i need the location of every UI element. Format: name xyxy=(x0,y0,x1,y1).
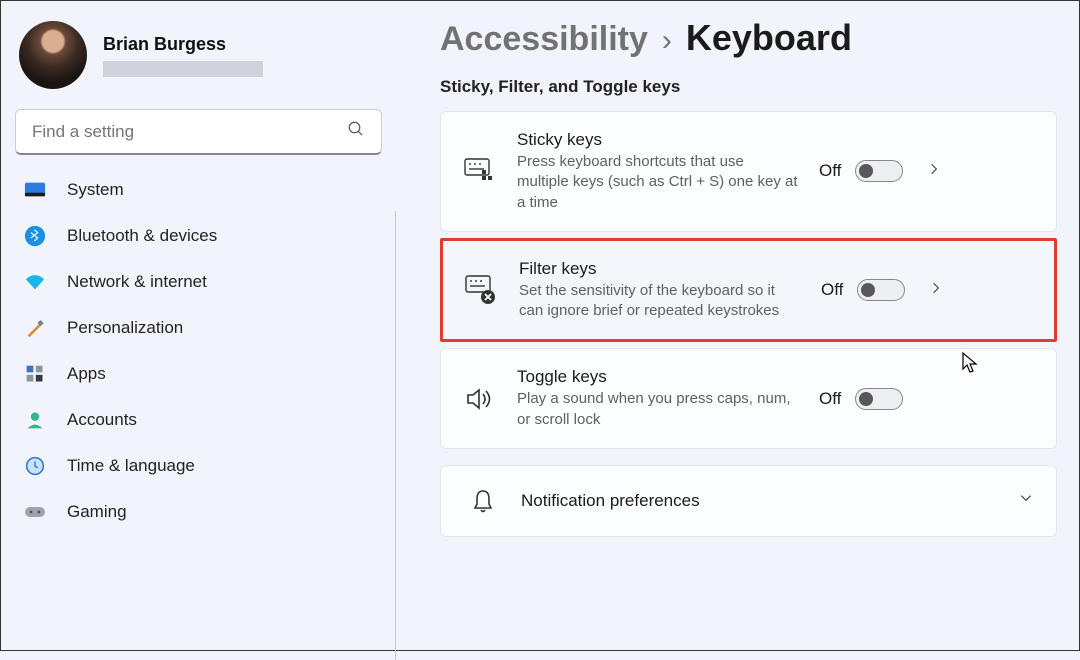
card-title: Toggle keys xyxy=(517,367,799,387)
avatar xyxy=(19,21,87,89)
sidebar-item-label: System xyxy=(67,180,124,200)
setting-card-toggle-keys[interactable]: Toggle keys Play a sound when you press … xyxy=(440,348,1057,449)
sidebar-item-accounts[interactable]: Accounts xyxy=(15,397,382,443)
bell-icon xyxy=(463,488,503,514)
person-icon xyxy=(23,408,47,432)
sidebar-item-gaming[interactable]: Gaming xyxy=(15,489,382,535)
sidebar-item-bluetooth[interactable]: Bluetooth & devices xyxy=(15,213,382,259)
card-description: Play a sound when you press caps, num, o… xyxy=(517,389,799,430)
sidebar-item-label: Time & language xyxy=(67,456,195,476)
sidebar-item-label: Accounts xyxy=(67,410,137,430)
bluetooth-icon xyxy=(23,224,47,248)
apps-icon xyxy=(23,362,47,386)
system-icon xyxy=(23,178,47,202)
card-title: Filter keys xyxy=(519,259,801,279)
search-box[interactable] xyxy=(15,109,382,155)
gamepad-icon xyxy=(23,500,47,524)
setting-card-filter-keys[interactable]: Filter keys Set the sensitivity of the k… xyxy=(440,238,1057,343)
sidebar-divider xyxy=(395,211,396,660)
page-title: Keyboard xyxy=(686,17,852,59)
keyboard-filter-icon xyxy=(461,275,501,305)
clock-icon xyxy=(23,454,47,478)
card-description: Set the sensitivity of the keyboard so i… xyxy=(519,281,801,322)
toggle-switch[interactable] xyxy=(857,279,905,301)
section-heading: Sticky, Filter, and Toggle keys xyxy=(440,77,1057,97)
toggle-switch[interactable] xyxy=(855,388,903,410)
paintbrush-icon xyxy=(23,316,47,340)
setting-card-sticky-keys[interactable]: Sticky keys Press keyboard shortcuts tha… xyxy=(440,111,1057,232)
card-title: Sticky keys xyxy=(517,130,799,150)
card-description: Press keyboard shortcuts that use multip… xyxy=(517,152,799,213)
toggle-state-label: Off xyxy=(819,389,841,409)
toggle-state-label: Off xyxy=(819,161,841,181)
sidebar-item-personalization[interactable]: Personalization xyxy=(15,305,382,351)
breadcrumb-parent[interactable]: Accessibility xyxy=(440,20,648,59)
sidebar-item-label: Gaming xyxy=(67,502,127,522)
setting-card-notification-preferences[interactable]: Notification preferences xyxy=(440,465,1057,537)
search-input[interactable] xyxy=(32,122,332,142)
keyboard-icon xyxy=(459,158,499,184)
speaker-icon xyxy=(459,387,499,411)
sidebar-item-label: Apps xyxy=(67,364,106,384)
chevron-right-icon[interactable] xyxy=(929,281,943,300)
user-profile[interactable]: Brian Burgess xyxy=(19,21,382,89)
user-name: Brian Burgess xyxy=(103,34,263,55)
sidebar-item-label: Network & internet xyxy=(67,272,207,292)
sidebar-item-apps[interactable]: Apps xyxy=(15,351,382,397)
sidebar-item-label: Bluetooth & devices xyxy=(67,226,217,246)
chevron-down-icon[interactable] xyxy=(1018,491,1034,510)
sidebar-item-label: Personalization xyxy=(67,318,183,338)
chevron-right-icon[interactable] xyxy=(927,162,941,181)
sidebar-item-system[interactable]: System xyxy=(15,167,382,213)
chevron-right-icon: › xyxy=(662,24,672,58)
sidebar-item-network[interactable]: Network & internet xyxy=(15,259,382,305)
breadcrumb: Accessibility › Keyboard xyxy=(440,17,1057,59)
card-title: Notification preferences xyxy=(521,491,988,511)
user-email-redacted xyxy=(103,61,263,77)
toggle-state-label: Off xyxy=(821,280,843,300)
search-icon xyxy=(347,120,365,143)
wifi-icon xyxy=(23,270,47,294)
toggle-switch[interactable] xyxy=(855,160,903,182)
sidebar-item-time-language[interactable]: Time & language xyxy=(15,443,382,489)
